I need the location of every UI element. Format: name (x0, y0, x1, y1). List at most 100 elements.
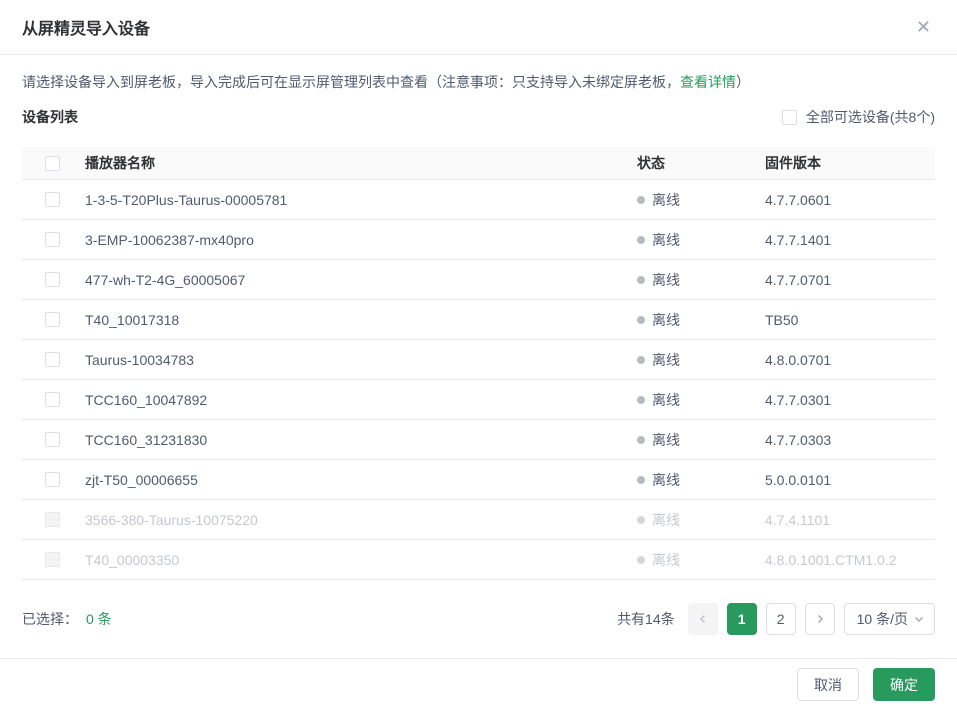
page-size-select[interactable]: 10 条/页 (844, 603, 935, 635)
select-all-available-checkbox[interactable] (782, 110, 797, 125)
row-checkbox[interactable] (45, 432, 60, 447)
table-footer: 已选择： 0 条 共有14条 1 2 10 条/页 (22, 603, 935, 635)
device-firmware: 4.8.0.0701 (765, 352, 935, 368)
device-firmware: 4.7.7.1401 (765, 232, 935, 248)
page-button-2[interactable]: 2 (766, 603, 796, 635)
device-table: 播放器名称 状态 固件版本 1-3-5-T20Plus-Taurus-00005… (22, 147, 935, 580)
table-row: zjt-T50_00006655 离线 5.0.0.0101 (22, 460, 935, 500)
status-dot-icon (637, 556, 645, 564)
notice-text: 请选择设备导入到屏老板，导入完成后可在显示屏管理列表中查看（注意事项：只支持导入… (22, 72, 935, 92)
row-checkbox[interactable] (45, 352, 60, 367)
device-status: 离线 (637, 470, 765, 490)
status-dot-icon (637, 236, 645, 244)
confirm-button[interactable]: 确定 (873, 668, 935, 701)
row-checkbox-cell (22, 432, 85, 447)
next-page-button[interactable] (805, 603, 835, 635)
cancel-button[interactable]: 取消 (797, 668, 859, 701)
device-name: TCC160_10047892 (85, 392, 637, 408)
device-name: 3566-380-Taurus-10075220 (85, 512, 637, 528)
prev-page-button[interactable] (688, 603, 718, 635)
table-row: T40_00003350 离线 4.8.0.1001.CTM1.0.2 (22, 540, 935, 580)
select-all-rows-checkbox[interactable] (45, 156, 60, 171)
device-name: 477-wh-T2-4G_60005067 (85, 272, 637, 288)
status-text: 离线 (652, 470, 680, 490)
selection-info: 已选择： 0 条 (22, 609, 112, 629)
pagination: 共有14条 1 2 10 条/页 (617, 603, 935, 635)
row-checkbox-cell (22, 392, 85, 407)
row-checkbox[interactable] (45, 392, 60, 407)
row-checkbox[interactable] (45, 512, 60, 527)
row-checkbox-cell (22, 472, 85, 487)
table-row: TCC160_31231830 离线 4.7.7.0303 (22, 420, 935, 460)
row-checkbox[interactable] (45, 472, 60, 487)
device-status: 离线 (637, 190, 765, 210)
row-checkbox-cell (22, 232, 85, 247)
table-row: 1-3-5-T20Plus-Taurus-00005781 离线 4.7.7.0… (22, 180, 935, 220)
table-row: 477-wh-T2-4G_60005067 离线 4.7.7.0701 (22, 260, 935, 300)
column-header-status: 状态 (637, 153, 765, 173)
row-checkbox[interactable] (45, 312, 60, 327)
row-checkbox-cell (22, 512, 85, 527)
row-checkbox[interactable] (45, 232, 60, 247)
status-text: 离线 (652, 350, 680, 370)
status-text: 离线 (652, 550, 680, 570)
device-name: 1-3-5-T20Plus-Taurus-00005781 (85, 192, 637, 208)
row-checkbox[interactable] (45, 192, 60, 207)
selected-label: 已选择： (22, 609, 78, 629)
device-name: T40_10017318 (85, 312, 637, 328)
device-name: zjt-T50_00006655 (85, 472, 637, 488)
row-checkbox[interactable] (45, 272, 60, 287)
header-checkbox-cell (22, 156, 85, 171)
row-checkbox-cell (22, 552, 85, 567)
row-checkbox-cell (22, 312, 85, 327)
dialog-footer: 取消 确定 (0, 658, 957, 710)
device-list-label: 设备列表 (22, 107, 78, 127)
table-row: 3566-380-Taurus-10075220 离线 4.7.4.1101 (22, 500, 935, 540)
notice-paren-open: （注意事项：只支持导入未绑定屏老板， (428, 74, 680, 90)
status-text: 离线 (652, 510, 680, 530)
status-dot-icon (637, 316, 645, 324)
view-details-link[interactable]: 查看详情 (680, 74, 736, 90)
row-checkbox-cell (22, 352, 85, 367)
device-status: 离线 (637, 510, 765, 530)
device-firmware: 4.7.7.0303 (765, 432, 935, 448)
device-firmware: TB50 (765, 312, 935, 328)
status-text: 离线 (652, 430, 680, 450)
page-size-value: 10 条/页 (857, 609, 908, 629)
notice-paren-close: ） (736, 74, 750, 90)
device-firmware: 4.7.4.1101 (765, 512, 935, 528)
status-dot-icon (637, 396, 645, 404)
page-button-1[interactable]: 1 (727, 603, 757, 635)
select-all-available-label: 全部可选设备(共8个) (806, 107, 935, 127)
table-row: TCC160_10047892 离线 4.7.7.0301 (22, 380, 935, 420)
device-status: 离线 (637, 550, 765, 570)
status-text: 离线 (652, 310, 680, 330)
device-name: Taurus-10034783 (85, 352, 637, 368)
row-checkbox[interactable] (45, 552, 60, 567)
status-dot-icon (637, 516, 645, 524)
table-body: 1-3-5-T20Plus-Taurus-00005781 离线 4.7.7.0… (22, 180, 935, 580)
device-firmware: 5.0.0.0101 (765, 472, 935, 488)
chevron-down-icon (914, 614, 924, 624)
device-name: TCC160_31231830 (85, 432, 637, 448)
dialog-body: 请选择设备导入到屏老板，导入完成后可在显示屏管理列表中查看（注意事项：只支持导入… (0, 55, 957, 658)
table-header-row: 播放器名称 状态 固件版本 (22, 147, 935, 180)
chevron-left-icon (698, 614, 708, 624)
select-all-available[interactable]: 全部可选设备(共8个) (782, 107, 935, 127)
device-status: 离线 (637, 230, 765, 250)
row-checkbox-cell (22, 272, 85, 287)
total-count: 共有14条 (617, 609, 675, 629)
device-status: 离线 (637, 270, 765, 290)
list-bar: 设备列表 全部可选设备(共8个) (22, 107, 935, 127)
close-icon[interactable]: ✕ (912, 14, 935, 40)
notice-main: 请选择设备导入到屏老板，导入完成后可在显示屏管理列表中查看 (22, 74, 428, 90)
device-firmware: 4.8.0.1001.CTM1.0.2 (765, 552, 935, 568)
column-header-name: 播放器名称 (85, 153, 637, 173)
table-row: T40_10017318 离线 TB50 (22, 300, 935, 340)
device-firmware: 4.7.7.0701 (765, 272, 935, 288)
device-status: 离线 (637, 350, 765, 370)
table-row: Taurus-10034783 离线 4.8.0.0701 (22, 340, 935, 380)
device-firmware: 4.7.7.0301 (765, 392, 935, 408)
chevron-right-icon (815, 614, 825, 624)
status-dot-icon (637, 436, 645, 444)
